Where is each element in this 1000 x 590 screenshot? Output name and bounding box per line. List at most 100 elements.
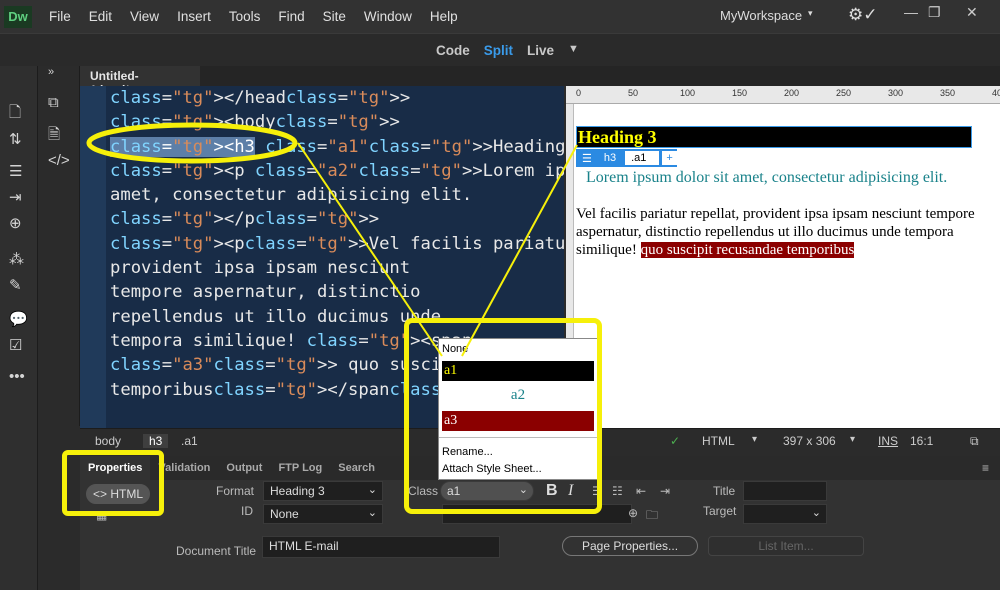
breadcrumb-body[interactable]: body	[95, 434, 121, 448]
paragraph-a2[interactable]: Lorem ipsum dolor sit amet, consectetur …	[586, 169, 947, 187]
code-line[interactable]: class="tg"><pclass="tg">>Vel facilis par…	[110, 232, 564, 256]
list-item-button[interactable]: List Item...	[708, 536, 864, 556]
preview-icon[interactable]: ⧉	[970, 434, 979, 449]
menu-find[interactable]: Find	[278, 9, 304, 24]
brush-icon[interactable]: ✎	[9, 276, 22, 294]
ordered-list-icon[interactable]: ☷	[612, 484, 623, 498]
close-icon[interactable]: ✕	[966, 4, 978, 21]
menu-window[interactable]: Window	[364, 9, 412, 24]
code-view-button[interactable]: Code	[436, 43, 470, 58]
menu-tools[interactable]: Tools	[229, 9, 261, 24]
code-line[interactable]: amet, consectetur adipisicing elit.	[110, 183, 564, 207]
ruler-tick: 100	[680, 88, 696, 98]
element-menu-icon[interactable]: ☰	[576, 152, 598, 165]
app-logo: Dw	[4, 5, 32, 28]
indent-icon[interactable]: ⇥	[660, 484, 670, 498]
panel-menu-icon[interactable]: ≡	[982, 461, 989, 475]
span-a3[interactable]: quo suscipit recusandae temporibus	[640, 242, 855, 258]
doc-type-select[interactable]: HTML	[702, 434, 735, 448]
code-line[interactable]: tempore aspernatur, distinctio	[110, 280, 564, 304]
title-field[interactable]	[743, 481, 827, 501]
comment-icon[interactable]: 💬	[9, 310, 28, 328]
element-class-field[interactable]: .a1	[625, 151, 660, 165]
menu-edit[interactable]: Edit	[89, 9, 112, 24]
live-view-button[interactable]: Live	[527, 43, 554, 58]
menu-file[interactable]: File	[49, 9, 71, 24]
code-line[interactable]: class="tg"><bodyclass="tg">>	[110, 110, 564, 134]
chevron-down-icon[interactable]: ▾	[850, 434, 855, 445]
format-select[interactable]: Heading 3 ⌄	[263, 481, 383, 501]
file-transfer-icon[interactable]: ⇅	[9, 130, 22, 148]
minimize-icon[interactable]: —	[904, 4, 918, 20]
code-line[interactable]: provident ipsa ipsam nesciunt	[110, 256, 564, 280]
chevron-down-icon: ⌄	[367, 484, 377, 496]
ruler-tick: 0	[576, 88, 582, 98]
outdent-icon[interactable]: ⇤	[636, 484, 646, 498]
design-view[interactable]: 0 50 100 150 200 250 300 350 400 Heading 3 ☰ h3 …	[566, 86, 1000, 428]
element-display-bar: ☰ h3 .a1 +	[576, 149, 678, 167]
insert-mode[interactable]: INS	[878, 434, 898, 448]
view-mode-bar: Code Split Live ▼	[0, 33, 1000, 66]
add-class-button[interactable]: +	[662, 151, 678, 165]
target-label: Target	[703, 504, 737, 518]
menu-list: File Edit View Insert Tools Find Site Wi…	[40, 9, 467, 24]
document-tab-row: Untitled-1.html*✕	[80, 66, 1000, 97]
ruler-tick: 250	[836, 88, 852, 98]
id-select-value: None	[270, 507, 299, 521]
folder-icon[interactable]: 🗀	[646, 506, 658, 527]
point-to-file-icon[interactable]: ⊕	[628, 506, 638, 520]
tab-ftp-log[interactable]: FTP Log	[270, 456, 330, 480]
validation-ok-icon[interactable]: ✓	[670, 434, 680, 448]
code-line[interactable]: class="tg"><p class="a2"class="tg">>Lore…	[110, 159, 564, 183]
view-options-icon[interactable]: ▼	[568, 43, 579, 58]
ruler-tick: 150	[732, 88, 748, 98]
sync-settings-icon[interactable]: ⚙✓	[848, 5, 877, 25]
expand-panels-icon[interactable]: »	[48, 66, 54, 78]
target-icon[interactable]: ⊕	[9, 214, 22, 232]
tab-search[interactable]: Search	[330, 456, 383, 480]
document-title-label: Document Title	[176, 544, 257, 558]
menu-insert[interactable]: Insert	[177, 9, 211, 24]
format-select-value: Heading 3	[270, 484, 325, 498]
split-view-button[interactable]: Split	[484, 43, 513, 58]
ruler-tick: 50	[628, 88, 639, 98]
workspace-switcher[interactable]: MyWorkspace	[720, 8, 802, 23]
target-select[interactable]: ⌄	[743, 504, 827, 524]
document-title-field[interactable]: HTML E-mail	[262, 536, 500, 558]
assets-icon[interactable]: 🗎	[48, 124, 60, 149]
validate-icon[interactable]: ☑	[9, 336, 22, 354]
left-toolbar: 🗋 ⇅ ☰ ⇥ ⊕ ⁂ ✎ 💬 ☑ •••	[0, 66, 38, 590]
element-tag[interactable]: h3	[598, 152, 622, 164]
code-line[interactable]: class="tg"></pclass="tg">>	[110, 207, 564, 231]
paragraph-body[interactable]: Vel facilis pariatur repellat, provident…	[576, 205, 976, 259]
window-size-select[interactable]: 397 x 306	[783, 434, 836, 448]
breadcrumb-h3[interactable]: h3	[143, 434, 169, 448]
snippets-icon[interactable]: </>	[48, 152, 70, 169]
breadcrumb-class[interactable]: .a1	[181, 434, 198, 448]
format-source-icon[interactable]: ☰	[9, 162, 22, 180]
chevron-down-icon[interactable]: ▾	[752, 434, 757, 445]
new-file-icon[interactable]: 🗋	[9, 102, 21, 127]
chevron-down-icon: ⌄	[367, 507, 377, 519]
ruler-tick: 350	[940, 88, 956, 98]
indent-icon[interactable]: ⇥	[9, 188, 22, 206]
code-line[interactable]: class="tg"></headclass="tg">>	[110, 86, 564, 110]
html-button-highlight	[62, 450, 164, 516]
code-gutter	[80, 86, 106, 428]
id-select[interactable]: None ⌄	[263, 504, 383, 524]
cursor-position: 16:1	[910, 434, 934, 448]
menu-help[interactable]: Help	[430, 9, 458, 24]
menu-view[interactable]: View	[130, 9, 159, 24]
menu-site[interactable]: Site	[323, 9, 346, 24]
wrap-tag-icon[interactable]: ⁂	[9, 250, 24, 268]
code-line[interactable]: class="tg"><h3 class="a1"class="tg">>Hea…	[110, 135, 564, 159]
more-icon[interactable]: •••	[9, 368, 25, 385]
chevron-down-icon[interactable]: ▾	[808, 8, 813, 19]
restore-icon[interactable]: ❐	[928, 4, 941, 21]
ruler-tick: 300	[888, 88, 904, 98]
dom-tree-icon[interactable]: ⧉	[48, 94, 59, 111]
heading-element[interactable]: Heading 3	[576, 126, 972, 148]
document-tab[interactable]: Untitled-1.html*✕	[80, 66, 200, 97]
page-properties-button[interactable]: Page Properties...	[562, 536, 698, 556]
tab-output[interactable]: Output	[218, 456, 270, 480]
